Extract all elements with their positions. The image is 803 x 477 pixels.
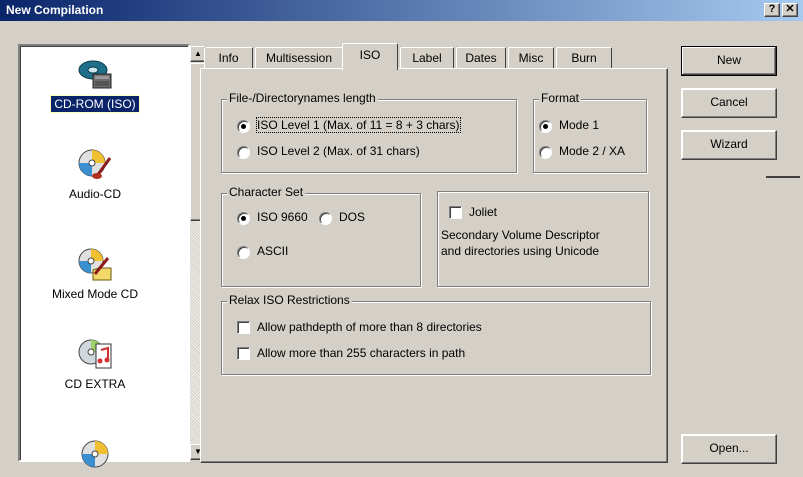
cd-icon [77, 436, 113, 472]
compilation-type-list[interactable]: CD-ROM (ISO) Audio-CD Mixed Mode CD CD E… [18, 44, 206, 468]
cancel-button[interactable]: Cancel [681, 88, 777, 118]
dos-radio[interactable] [319, 212, 332, 225]
iso-9660-radio[interactable] [237, 212, 250, 225]
iso-level-1-label[interactable]: ISO Level 1 (Max. of 11 = 8 + 3 chars) [256, 117, 461, 133]
list-item-label: Mixed Mode CD [51, 287, 139, 301]
ascii-label[interactable]: ASCII [257, 244, 288, 258]
tab-label[interactable]: Label [400, 47, 454, 69]
group-title: File-/Directorynames length [227, 91, 378, 105]
joliet-description-line-2: and directories using Unicode [441, 244, 600, 258]
character-set-group [221, 193, 421, 287]
allow-long-path-label[interactable]: Allow more than 255 characters in path [257, 346, 465, 360]
list-item-audio-cd[interactable]: Audio-CD [20, 146, 170, 202]
mode-2-xa-radio[interactable] [539, 146, 552, 159]
group-title: Relax ISO Restrictions [227, 293, 352, 307]
joliet-description-line-1: Secondary Volume Descriptor [441, 228, 600, 242]
iso-9660-label[interactable]: ISO 9660 [257, 210, 308, 224]
audio-cd-icon [77, 146, 113, 182]
close-button[interactable]: ✕ [782, 3, 798, 17]
joliet-label[interactable]: Joliet [469, 205, 497, 219]
dos-label[interactable]: DOS [339, 210, 365, 224]
tab-misc[interactable]: Misc [508, 47, 554, 69]
tab-dates[interactable]: Dates [456, 47, 506, 69]
cd-rom-icon [77, 56, 113, 92]
list-item-label: Audio-CD [68, 187, 122, 201]
cd-extra-icon [77, 336, 113, 372]
tab-burn[interactable]: Burn [556, 47, 612, 69]
iso-level-1-radio[interactable] [237, 120, 250, 133]
tab-iso[interactable]: ISO [342, 43, 398, 70]
iso-level-2-label[interactable]: ISO Level 2 (Max. of 31 chars) [257, 144, 420, 158]
group-title: Character Set [227, 185, 306, 199]
list-item-label: CD EXTRA [64, 377, 126, 391]
list-item-mixed-mode-cd[interactable]: Mixed Mode CD [20, 246, 170, 302]
help-button[interactable]: ? [764, 3, 780, 17]
title-bar[interactable] [0, 0, 803, 21]
tab-multisession[interactable]: Multisession [255, 47, 343, 69]
wizard-button[interactable]: Wizard [681, 130, 777, 160]
joliet-checkbox[interactable] [449, 206, 462, 219]
tab-info[interactable]: Info [204, 47, 253, 69]
window-title: New Compilation [6, 3, 104, 17]
new-button[interactable]: New [681, 46, 777, 76]
list-item-partial[interactable] [20, 436, 170, 472]
mode-1-radio[interactable] [539, 120, 552, 133]
allow-pathdepth-label[interactable]: Allow pathdepth of more than 8 directori… [257, 320, 482, 334]
iso-tab-panel: File-/Directorynames length ISO Level 1 … [200, 68, 668, 463]
list-item-cd-extra[interactable]: CD EXTRA [20, 336, 170, 392]
allow-long-path-checkbox[interactable] [237, 347, 250, 360]
format-group [533, 99, 647, 173]
group-title: Format [539, 91, 582, 105]
list-item-label: CD-ROM (ISO) [50, 95, 140, 113]
ascii-radio[interactable] [237, 246, 250, 259]
open-button[interactable]: Open... [681, 434, 777, 464]
mode-2-xa-label[interactable]: Mode 2 / XA [559, 144, 625, 158]
separator-line [766, 176, 800, 178]
filename-length-group [221, 99, 517, 173]
mixed-mode-cd-icon [77, 246, 113, 282]
iso-level-2-radio[interactable] [237, 146, 250, 159]
mode-1-label[interactable]: Mode 1 [559, 118, 599, 132]
relax-iso-group [221, 301, 651, 375]
list-item-cd-rom[interactable]: CD-ROM (ISO) [20, 56, 170, 113]
allow-pathdepth-checkbox[interactable] [237, 321, 250, 334]
